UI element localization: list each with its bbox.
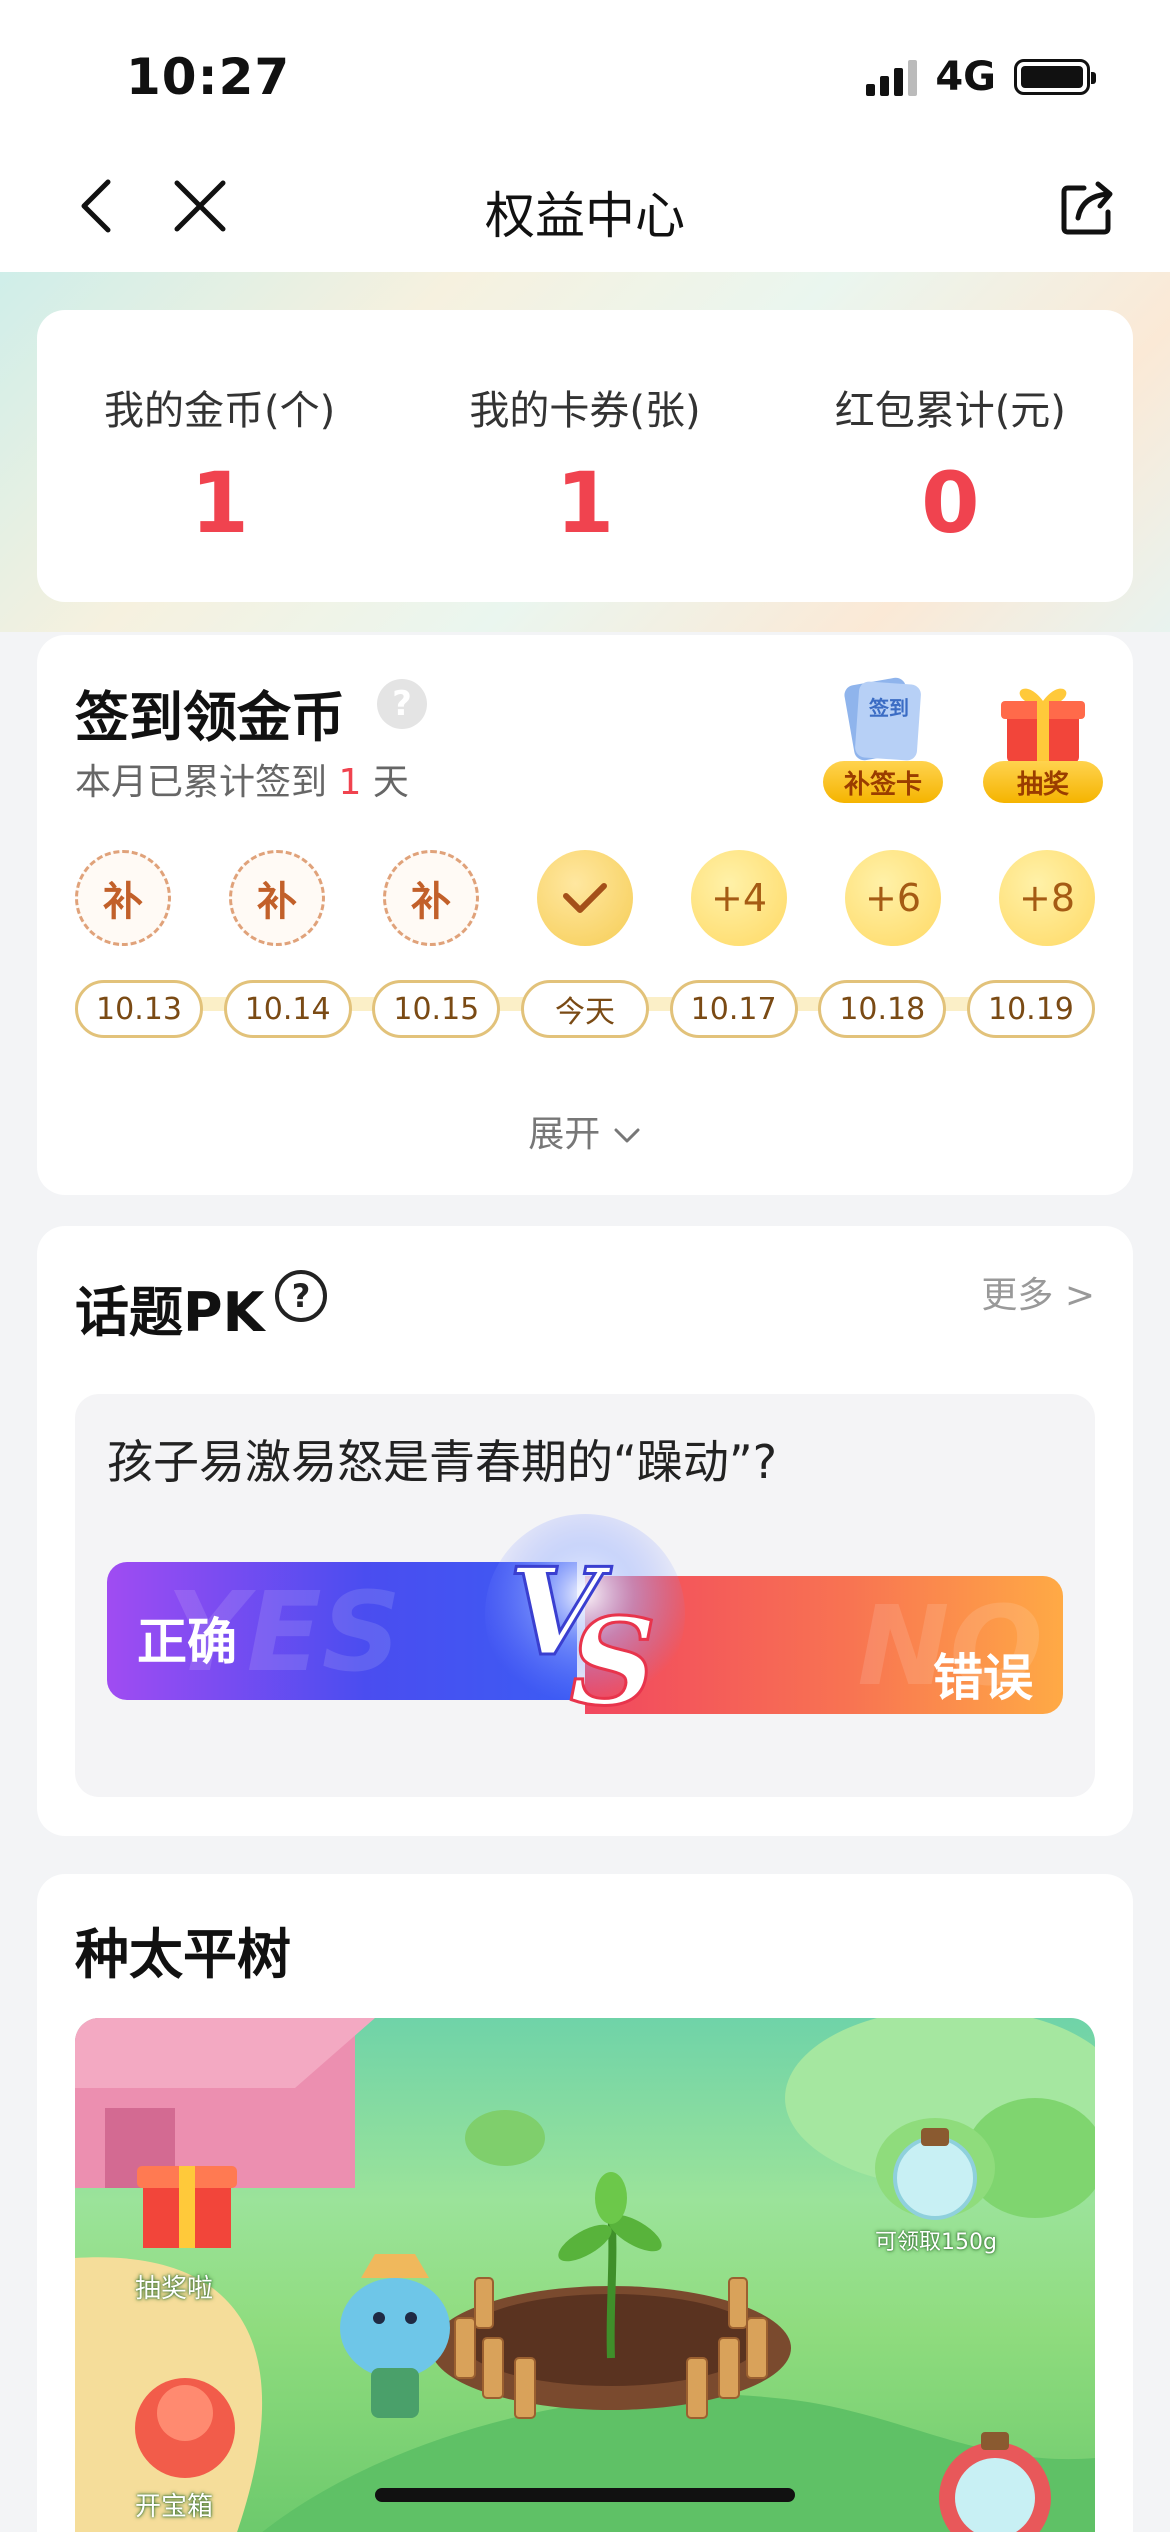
tree-scene-art (75, 2018, 1095, 2532)
battery-icon (1014, 59, 1096, 95)
date-pill: 10.19 (966, 980, 1095, 1038)
date-pill: 10.15 (372, 980, 501, 1038)
checkmark-icon (563, 883, 607, 913)
share-icon[interactable] (1058, 178, 1118, 238)
chest-entry[interactable]: 开宝箱 (135, 2486, 213, 2523)
assets-card: 我的金币(个) 1 我的卡券(张) 1 红包累计(元) 0 (37, 310, 1133, 602)
plant-tree-card: 种太平树 抽奖啦 开宝箱 可领取150g (37, 1874, 1133, 2532)
vote-wrong-label: 错误 (933, 1649, 1033, 1707)
signal-icon (866, 58, 918, 96)
status-bar: 10:27 4G (0, 0, 1170, 140)
more-link[interactable]: 更多 > (981, 1266, 1095, 1318)
expand-button[interactable]: 展开 (37, 1105, 1133, 1157)
pk-topic-box: 孩子易激易怒是青春期的“躁动”? YES 正确 NO 错误 V S (75, 1394, 1095, 1797)
day-coin-reward: +8 (999, 850, 1095, 946)
makeup-card-button[interactable]: 签到 补签卡 (823, 673, 943, 803)
date-pill: 10.18 (818, 980, 947, 1038)
day-coin-makeup[interactable]: 补 (383, 850, 479, 946)
lottery-button[interactable]: 抽奖 (983, 673, 1103, 803)
signin-subtitle: 本月已累计签到 1 天 (75, 753, 409, 805)
stat-coupons[interactable]: 我的卡券(张) 1 (402, 310, 767, 602)
lottery-label: 抽奖 (983, 761, 1103, 803)
makeup-card-label: 补签卡 (823, 761, 943, 803)
makeup-card-icon: 签到 (844, 677, 921, 761)
chevron-down-icon (614, 1128, 640, 1143)
svg-text:S: S (570, 1592, 657, 1733)
signin-subtitle-suffix: 天 (372, 762, 409, 803)
signin-days: 补 补 补 +4 +6 +8 (75, 850, 1095, 946)
tree-game-scene[interactable]: 抽奖啦 开宝箱 可领取150g (75, 2018, 1095, 2532)
network-type: 4G (935, 54, 996, 100)
status-time: 10:27 (126, 48, 291, 106)
stat-label: 红包累计(元) (834, 388, 1066, 434)
home-indicator (375, 2488, 795, 2502)
day-coin-makeup[interactable]: 补 (75, 850, 171, 946)
stat-red-packets[interactable]: 红包累计(元) 0 (768, 310, 1133, 602)
page-title: 权益中心 (485, 187, 685, 245)
date-pill: 10.13 (75, 980, 203, 1038)
date-pill: 10.17 (669, 980, 798, 1038)
signin-count: 1 (338, 762, 362, 803)
help-icon[interactable]: ? (275, 1270, 327, 1322)
tree-title: 种太平树 (75, 1923, 291, 1986)
signin-subtitle-prefix: 本月已累计签到 (75, 762, 328, 803)
expand-label: 展开 (528, 1114, 601, 1155)
date-pill: 10.14 (223, 980, 352, 1038)
nav-bar: 权益中心 (0, 140, 1170, 272)
lottery-entry[interactable]: 抽奖啦 (135, 2268, 213, 2305)
stat-value: 1 (190, 454, 249, 552)
day-coin-makeup[interactable]: 补 (229, 850, 325, 946)
svg-text:签到: 签到 (868, 696, 909, 720)
day-coin-today (537, 850, 633, 946)
vs-badge: V S (485, 1514, 685, 1735)
pk-title: 话题PK (75, 1281, 265, 1344)
day-coin-reward: +6 (845, 850, 941, 946)
signin-title: 签到领金币 (75, 686, 345, 749)
stat-label: 我的金币(个) (104, 388, 336, 434)
help-icon[interactable]: ? (377, 679, 427, 729)
stat-value: 0 (921, 454, 980, 552)
stat-label: 我的卡券(张) (469, 388, 701, 434)
topic-pk-card: 话题PK ? 更多 > 孩子易激易怒是青春期的“躁动”? YES 正确 NO 错… (37, 1226, 1133, 1836)
vote-correct-label: 正确 (137, 1613, 237, 1671)
stat-value: 1 (555, 454, 615, 552)
date-pill-today: 今天 (520, 980, 649, 1038)
status-indicators: 4G (866, 54, 1096, 100)
pk-question: 孩子易激易怒是青春期的“躁动”? (107, 1435, 778, 1489)
signin-card: 签到领金币 ? 本月已累计签到 1 天 签到 补签卡 抽奖 补 补 补 +4 +… (37, 635, 1133, 1195)
collect-water-label[interactable]: 可领取150g (875, 2224, 997, 2256)
stat-coins[interactable]: 我的金币(个) 1 (37, 310, 402, 602)
signin-dates: 10.13 10.14 10.15 今天 10.17 10.18 10.19 (75, 980, 1095, 1038)
day-coin-reward: +4 (691, 850, 787, 946)
gift-icon (1001, 688, 1085, 763)
